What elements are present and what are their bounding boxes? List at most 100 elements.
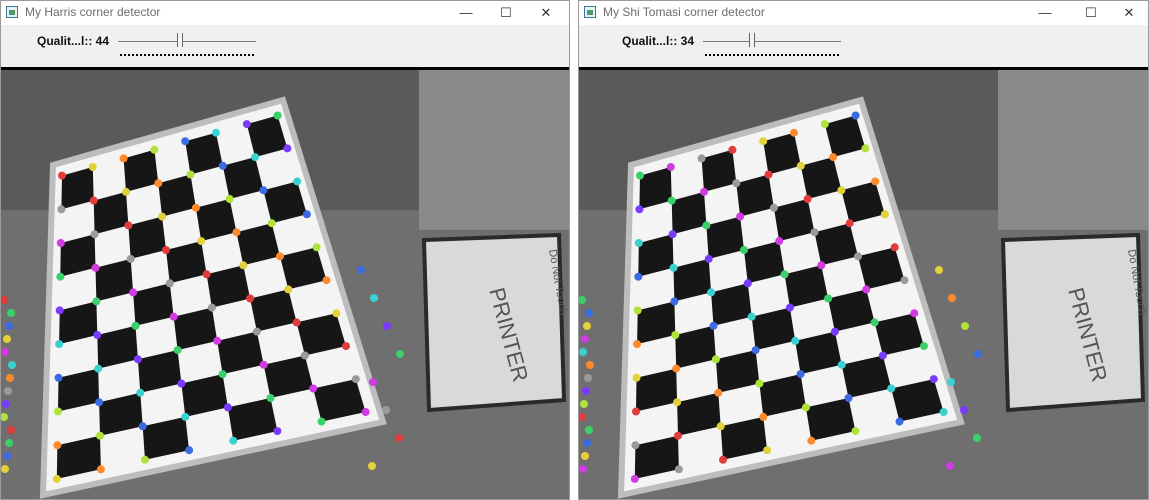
corner-marker — [845, 219, 854, 228]
corner-marker — [887, 384, 896, 393]
corner-marker — [119, 154, 128, 163]
trackbar-panel: Qualit...l:: 34 — [579, 25, 1148, 67]
corner-marker — [368, 462, 376, 470]
corner-marker — [181, 137, 190, 146]
corner-marker — [357, 266, 365, 274]
corner-marker — [890, 243, 899, 252]
corner-marker — [755, 379, 764, 388]
title-bar[interactable]: My Harris corner detector — ☐ ✕ — [1, 1, 569, 25]
corner-marker — [702, 221, 711, 230]
minimize-button[interactable]: — — [1025, 1, 1065, 25]
corner-marker — [369, 378, 377, 386]
corner-marker — [3, 452, 11, 460]
corner-marker — [743, 279, 752, 288]
corner-marker — [633, 306, 642, 315]
corner-marker — [709, 321, 718, 330]
corner-marker — [173, 346, 182, 355]
corner-marker — [582, 387, 590, 395]
corner-marker — [93, 331, 102, 339]
corner-marker — [711, 355, 720, 364]
corner-marker — [837, 186, 846, 195]
corner-marker — [96, 465, 105, 474]
corner-marker — [133, 355, 142, 364]
corner-marker — [634, 272, 643, 281]
slider-thumb[interactable] — [177, 33, 183, 47]
minimize-button[interactable]: — — [446, 1, 486, 25]
corner-marker — [759, 137, 768, 146]
corner-marker — [719, 455, 727, 464]
quality-level-label: Qualit...l:: 44 — [37, 34, 110, 48]
corner-marker — [181, 412, 190, 421]
corner-marker — [668, 230, 677, 239]
corner-marker — [124, 221, 133, 230]
corner-marker — [935, 266, 943, 274]
window-title: My Shi Tomasi corner detector — [603, 5, 765, 19]
corner-marker — [714, 388, 723, 397]
close-button[interactable]: ✕ — [526, 1, 566, 25]
corner-marker — [791, 336, 800, 345]
slider-thumb[interactable] — [749, 33, 755, 47]
corner-marker — [716, 422, 725, 431]
corner-marker — [95, 398, 104, 407]
corner-marker — [309, 384, 318, 393]
corner-marker — [89, 196, 98, 205]
corner-marker — [54, 407, 62, 416]
corner-marker — [56, 239, 65, 247]
corner-marker — [88, 163, 97, 171]
camera-frame: Do Not Touch PRINTER — [1, 67, 569, 499]
corner-marker — [322, 276, 331, 285]
corner-marker — [165, 279, 174, 288]
corner-marker — [302, 210, 311, 219]
maximize-button[interactable]: ☐ — [1071, 1, 1111, 25]
quality-level-slider[interactable] — [118, 31, 256, 61]
corner-marker — [579, 465, 587, 473]
corner-marker — [225, 195, 234, 203]
corner-marker — [829, 153, 838, 162]
corner-marker — [817, 261, 826, 270]
slider-track — [118, 41, 256, 42]
corner-marker — [837, 360, 846, 369]
corner-marker — [6, 374, 14, 382]
corner-marker — [186, 170, 195, 179]
corner-marker — [763, 446, 772, 455]
corner-marker — [674, 431, 682, 440]
corner-marker — [259, 186, 268, 195]
corner-marker — [223, 403, 232, 412]
corner-marker — [218, 161, 227, 170]
corner-marker — [585, 426, 593, 434]
corner-marker — [395, 434, 403, 442]
corner-marker — [728, 145, 737, 154]
corner-marker — [707, 288, 716, 297]
camera-image: Do Not TouchPRINTER — [579, 70, 1148, 499]
corner-marker — [803, 195, 812, 203]
corner-marker — [242, 120, 251, 129]
corner-marker — [158, 212, 167, 221]
corner-marker — [895, 417, 904, 426]
corner-marker — [673, 398, 682, 407]
corner-marker — [361, 408, 370, 416]
corner-marker — [197, 237, 206, 246]
close-button[interactable]: ✕ — [1109, 1, 1148, 25]
title-bar[interactable]: My Shi Tomasi corner detector — ☐ ✕ — [579, 1, 1148, 25]
corner-marker — [4, 387, 12, 395]
corner-marker — [583, 322, 591, 330]
corner-marker — [920, 342, 928, 351]
corner-marker — [2, 400, 10, 408]
corner-marker — [169, 312, 178, 321]
corner-marker — [764, 170, 773, 179]
camera-frame: Do Not Touch PRINTER — [579, 67, 1148, 499]
corner-marker — [671, 331, 680, 339]
corner-marker — [273, 427, 282, 436]
corner-marker — [284, 285, 293, 294]
corner-marker — [751, 346, 760, 355]
corner-marker — [370, 294, 378, 302]
corner-marker — [317, 417, 326, 426]
corner-marker — [946, 462, 954, 470]
corner-marker — [824, 294, 833, 303]
corner-marker — [807, 436, 816, 445]
slider-track — [703, 41, 841, 42]
corner-marker — [191, 203, 200, 212]
maximize-button[interactable]: ☐ — [486, 1, 526, 25]
corner-marker — [583, 439, 591, 447]
quality-level-slider[interactable] — [703, 31, 841, 61]
